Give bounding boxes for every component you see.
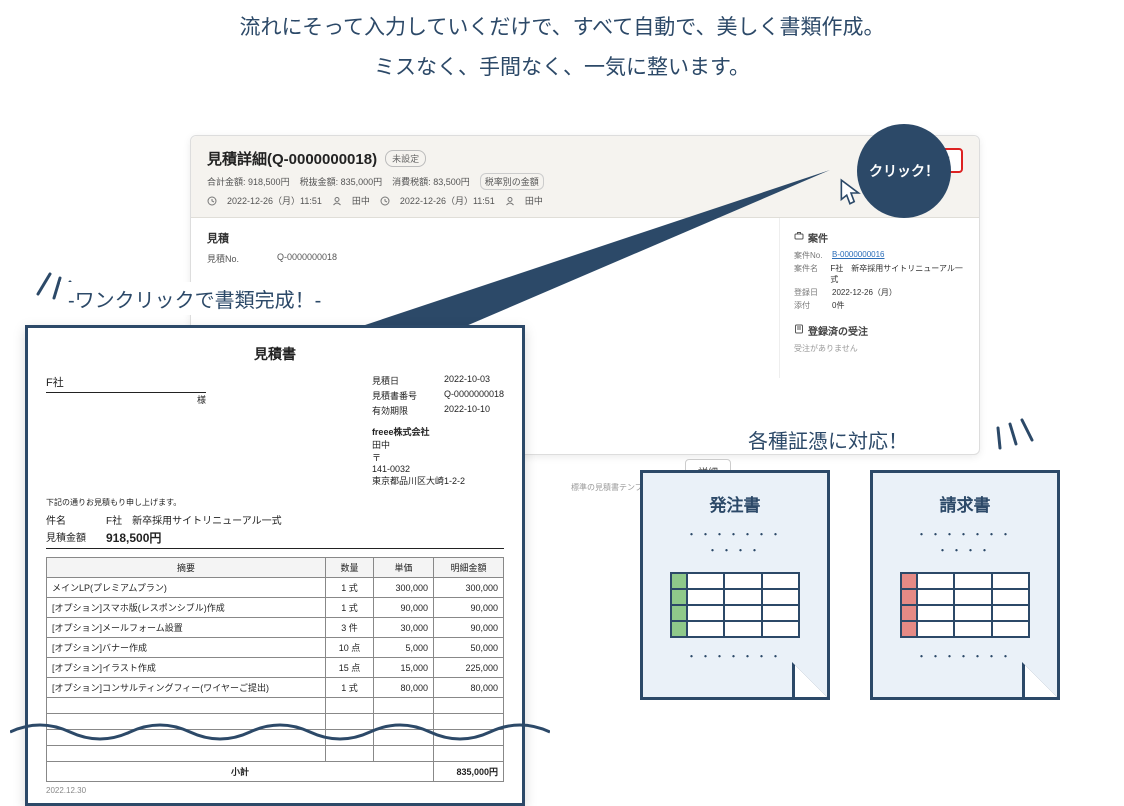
minidoc-group: 発注書 ・・・・・・・ ・・・・ ・・・・・・・ 請求書 ・・・・・・・ ・・・… (640, 470, 1060, 700)
headline-line1: 流れにそって入力していくだけで、すべて自動で、美しく書類作成。 (0, 8, 1124, 48)
doc-meta: 見積日2022-10-03 見積書番号Q-0000000018 有効期限2022… (372, 374, 504, 487)
minidoc-invoice: 請求書 ・・・・・・・ ・・・・ ・・・・・・・ (870, 470, 1060, 700)
table-row: [オプション]コンサルティングフィー(ワイヤーご提出)1 式80,00080,0… (47, 678, 504, 698)
table-row: [オプション]スマホ版(レスポンシブル)作成1 式90,00090,000 (47, 598, 504, 618)
cursor-icon (838, 178, 864, 213)
clock-icon (207, 195, 217, 206)
line-items-table: 摘要 数量 単価 明細金額 メインLP(プレミアムプラン)1 式300,0003… (46, 557, 504, 782)
voucher-banner: 各種証憑に対応！ (748, 425, 908, 454)
doc-title: 見積書 (46, 344, 504, 364)
fold-corner-icon (1022, 662, 1060, 700)
minidoc-purchase-order: 発注書 ・・・・・・・ ・・・・ ・・・・・・・ (640, 470, 830, 700)
oneclick-banner: -ワンクリックで書類完成！- (60, 282, 329, 315)
fold-corner-icon (792, 662, 830, 700)
doc-timestamp: 2022.12.30 (46, 786, 504, 795)
doc-note: 下記の通りお見積もり申し上げます。 (46, 497, 504, 508)
table-row: [オプション]バナー作成10 点5,00050,000 (47, 638, 504, 658)
table-row: [オプション]メールフォーム設置3 件30,00090,000 (47, 618, 504, 638)
wave-decoration (10, 718, 550, 746)
doc-client: F社 (46, 374, 206, 390)
headline-line2: ミスなく、手間なく、一気に整います。 (0, 48, 1124, 88)
table-row: [オプション]イラスト作成15 点15,000225,000 (47, 658, 504, 678)
click-callout-bubble: クリック！ (857, 124, 951, 218)
table-row: メインLP(プレミアムプラン)1 式300,000300,000 (47, 578, 504, 598)
headline: 流れにそって入力していくだけで、すべて自動で、美しく書類作成。 ミスなく、手間な… (0, 0, 1124, 88)
sparkle-right (988, 400, 1038, 455)
